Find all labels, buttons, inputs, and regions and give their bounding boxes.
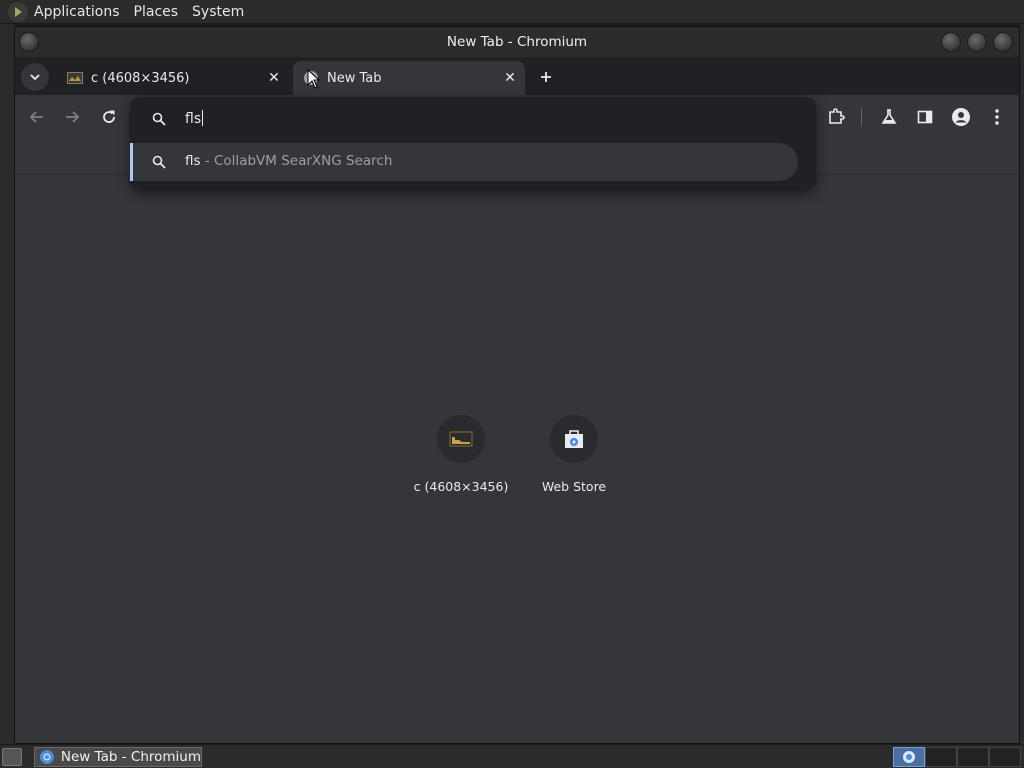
- menu-kebab-icon: [995, 109, 999, 125]
- system-menu[interactable]: System: [192, 4, 244, 20]
- new-tab-button[interactable]: [535, 66, 557, 88]
- omnibox-suggestion[interactable]: fls - CollabVM SearXNG Search: [130, 143, 798, 181]
- reload-icon: [103, 110, 115, 123]
- chromium-icon: [39, 750, 54, 764]
- mouse-cursor-icon: [307, 69, 321, 89]
- back-button[interactable]: [23, 103, 51, 131]
- web-store-icon: [565, 430, 583, 448]
- image-thumbnail-icon: [449, 431, 473, 447]
- omnibox-input-value: fls: [185, 111, 202, 127]
- tab-label: c (4608×3456): [91, 70, 190, 86]
- workspace-1[interactable]: [893, 747, 925, 767]
- search-icon: [152, 112, 166, 126]
- top-panel: Applications Places System: [0, 0, 1024, 24]
- profile-icon: [952, 108, 970, 126]
- browser-menu-button[interactable]: [983, 103, 1011, 131]
- suggestion-query: fls: [185, 153, 201, 169]
- omnibox[interactable]: fls: [130, 97, 816, 141]
- close-window-button[interactable]: [993, 32, 1013, 52]
- desktop-right-edge: [1020, 24, 1024, 744]
- shortcut-tile-image[interactable]: c (4608×3456): [405, 415, 517, 494]
- tab-label: New Tab: [327, 70, 382, 86]
- reload-button[interactable]: [95, 103, 123, 131]
- workspace-3[interactable]: [957, 747, 989, 767]
- image-thumbnail-icon: [67, 70, 83, 86]
- plus-icon: [541, 72, 551, 82]
- tab-new-tab[interactable]: New Tab ✕: [293, 61, 525, 95]
- places-menu[interactable]: Places: [134, 4, 179, 20]
- taskbar-window-button[interactable]: New Tab - Chromium: [34, 747, 202, 767]
- shortcut-label: Web Store: [541, 479, 607, 494]
- chromium-icon: [903, 751, 915, 763]
- tab-strip: c (4608×3456) ✕ New Tab ✕: [15, 57, 1019, 95]
- window-title: New Tab - Chromium: [446, 34, 588, 50]
- shortcut-icon-circle: [437, 415, 485, 463]
- omnibox-popup: fls fls - CollabVM SearXNG Search: [130, 97, 816, 189]
- chevron-down-icon: [30, 74, 40, 81]
- browser-window: New Tab - Chromium c (4608×3456) ✕ New T…: [14, 26, 1020, 744]
- labs-button[interactable]: [875, 103, 903, 131]
- maximize-button[interactable]: [967, 32, 987, 52]
- show-desktop-icon[interactable]: [2, 748, 22, 766]
- minimize-button[interactable]: [941, 32, 961, 52]
- workspace-4[interactable]: [989, 747, 1021, 767]
- close-tab-icon[interactable]: ✕: [265, 69, 283, 87]
- forward-arrow-icon: [66, 111, 79, 123]
- window-menu-button[interactable]: [19, 32, 39, 52]
- shortcut-tile-web-store[interactable]: Web Store: [518, 415, 630, 494]
- desktop-left-edge: [0, 24, 14, 744]
- back-arrow-icon: [30, 111, 43, 123]
- omnibox-input[interactable]: fls: [185, 110, 204, 127]
- profile-button[interactable]: [947, 103, 975, 131]
- workspace-2[interactable]: [925, 747, 957, 767]
- bottom-taskbar: New Tab - Chromium: [0, 744, 1024, 768]
- window-titlebar[interactable]: New Tab - Chromium: [15, 27, 1019, 57]
- new-tab-page: c (4608×3456) Web Store: [15, 175, 1019, 743]
- applications-menu[interactable]: Applications: [34, 4, 120, 20]
- system-logo-icon[interactable]: [8, 1, 28, 22]
- labs-flask-icon: [881, 109, 897, 124]
- tab-search-button[interactable]: [21, 63, 49, 91]
- text-caret: [202, 110, 204, 126]
- forward-button[interactable]: [58, 103, 86, 131]
- shortcut-icon-circle: [550, 415, 598, 463]
- close-tab-icon[interactable]: ✕: [501, 69, 519, 87]
- toolbar-divider: [861, 108, 862, 126]
- suggestion-description: - CollabVM SearXNG Search: [200, 153, 393, 169]
- taskbar-window-label: New Tab - Chromium: [60, 749, 201, 765]
- shortcut-label: c (4608×3456): [413, 479, 509, 494]
- side-panel-icon: [917, 110, 933, 124]
- extensions-icon: [829, 108, 845, 124]
- extensions-button[interactable]: [822, 103, 850, 131]
- suggestion-text: fls - CollabVM SearXNG Search: [185, 153, 392, 169]
- search-icon: [152, 155, 166, 169]
- side-panel-button[interactable]: [911, 103, 939, 131]
- tab-image[interactable]: c (4608×3456) ✕: [59, 61, 289, 95]
